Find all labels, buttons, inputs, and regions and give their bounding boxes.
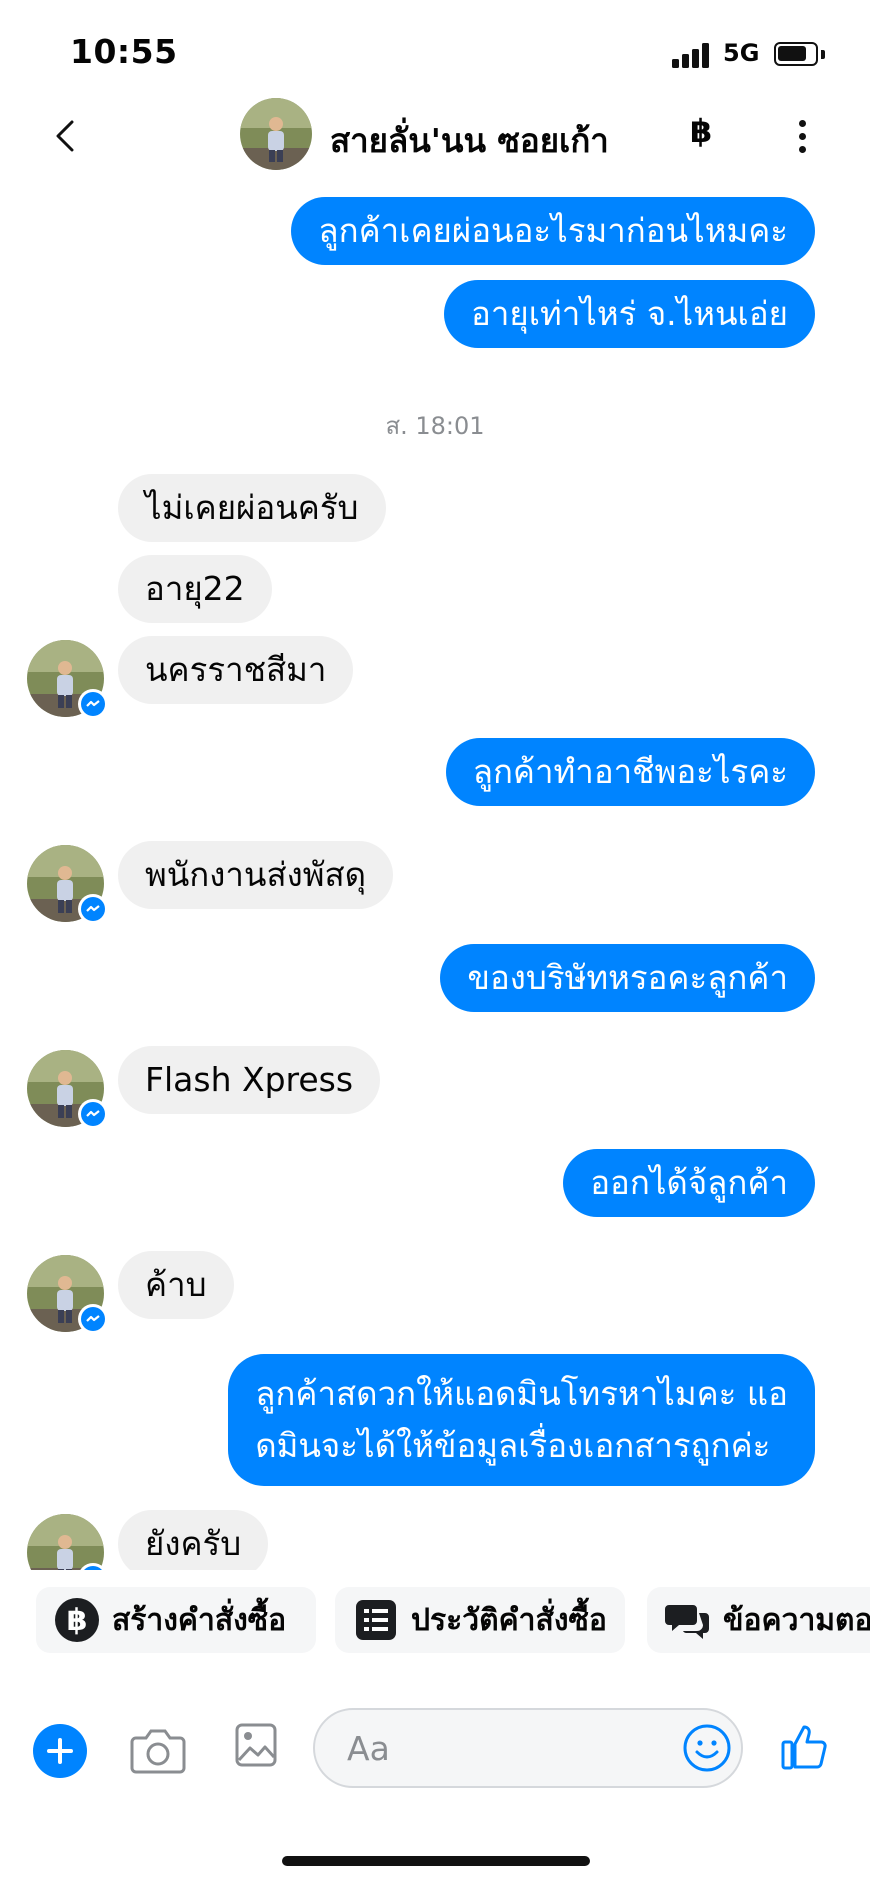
contact-name[interactable]: สายลั่น'นน ซอยเก้า — [330, 114, 609, 167]
svg-text:฿: ฿ — [67, 1603, 88, 1638]
sender-avatar[interactable] — [27, 1050, 108, 1129]
order-list-icon — [356, 1600, 396, 1640]
message-outgoing[interactable]: ลูกค้าสดวกให้แอดมินโทรหาไมคะ แอ ดมินจะได… — [228, 1354, 815, 1486]
message-line: ดมินจะได้ให้ข้อมูลเรื่องเอกสารถูกค่ะ — [255, 1426, 771, 1465]
message-incoming[interactable]: พนักงานส่งพัสดุ — [118, 841, 394, 909]
battery-tip — [821, 50, 825, 59]
back-chevron-icon[interactable] — [48, 110, 88, 160]
chat-bubbles-icon — [665, 1605, 709, 1639]
baht-circle-icon: ฿ — [55, 1598, 99, 1642]
message-outgoing[interactable]: ออกได้จ้ลูกค้า — [563, 1149, 815, 1217]
message-line: ลูกค้าสดวกให้แอดมินโทรหาไมคะ แอ — [255, 1374, 788, 1413]
thumbs-up-icon[interactable] — [780, 1720, 832, 1772]
contact-avatar[interactable] — [240, 98, 312, 170]
quick-actions-bar[interactable]: ฿ สร้างคำสั่งซื้อ ประวัติคำสั่งซื้อ ข้อค… — [0, 1575, 870, 1655]
message-incoming[interactable]: อายุ22 — [118, 555, 272, 623]
message-incoming[interactable]: ไม่เคยผ่อนครับ — [118, 474, 386, 542]
create-order-button[interactable]: ฿ สร้างคำสั่งซื้อ — [36, 1587, 316, 1653]
camera-icon[interactable] — [130, 1724, 186, 1776]
messenger-badge-icon — [78, 1099, 108, 1129]
network-type: 5G — [723, 39, 760, 67]
message-outgoing[interactable]: ของบริษัทหรอคะลูกค้า — [440, 944, 815, 1012]
message-incoming[interactable]: นครราชสีมา — [118, 636, 354, 704]
sender-avatar[interactable] — [27, 1255, 108, 1334]
message-input[interactable]: Aa — [313, 1708, 743, 1788]
message-input-placeholder: Aa — [347, 1729, 390, 1768]
sender-avatar[interactable] — [27, 640, 108, 719]
create-order-label: สร้างคำสั่งซื้อ — [112, 1602, 287, 1638]
message-outgoing[interactable]: อายุเท่าไหร่ จ.ไหนเอ่ย — [444, 280, 815, 348]
more-options-icon[interactable] — [790, 112, 814, 162]
baht-icon[interactable]: ฿ — [690, 112, 712, 150]
avatar-photo — [27, 1514, 104, 1570]
message-incoming[interactable]: ยังครับ — [118, 1510, 269, 1570]
gallery-icon[interactable] — [234, 1722, 278, 1768]
battery-icon — [774, 42, 818, 66]
messenger-badge-icon — [78, 689, 108, 719]
sender-avatar[interactable] — [27, 1514, 108, 1570]
sender-avatar[interactable] — [27, 845, 108, 924]
message-incoming[interactable]: Flash Xpress — [118, 1046, 381, 1114]
message-thread[interactable]: ลูกค้าเคยผ่อนอะไรมาก่อนไหมคะ อายุเท่าไหร… — [0, 180, 870, 1570]
message-outgoing[interactable]: ลูกค้าเคยผ่อนอะไรมาก่อนไหมคะ — [291, 197, 815, 265]
messenger-badge-icon — [78, 894, 108, 924]
message-incoming[interactable]: ค้าบ — [118, 1251, 234, 1319]
plus-icon[interactable] — [33, 1724, 87, 1778]
saved-replies-label: ข้อความตอ — [723, 1602, 870, 1638]
message-timestamp: ส. 18:01 — [385, 412, 485, 440]
message-outgoing[interactable]: ลูกค้าทำอาชีพอะไรคะ — [445, 738, 815, 806]
message-composer: Aa — [0, 1700, 870, 1810]
status-time: 10:55 — [70, 32, 178, 71]
order-history-button[interactable]: ประวัติคำสั่งซื้อ — [335, 1587, 625, 1653]
cellular-signal-icon — [672, 42, 712, 68]
messenger-badge-icon — [78, 1304, 108, 1334]
emoji-icon[interactable] — [682, 1723, 732, 1773]
saved-replies-button[interactable]: ข้อความตอ — [647, 1587, 870, 1653]
order-history-label: ประวัติคำสั่งซื้อ — [411, 1602, 607, 1638]
chat-header: สายลั่น'นน ซอยเก้า ฿ — [0, 90, 870, 180]
home-indicator[interactable] — [282, 1856, 590, 1866]
